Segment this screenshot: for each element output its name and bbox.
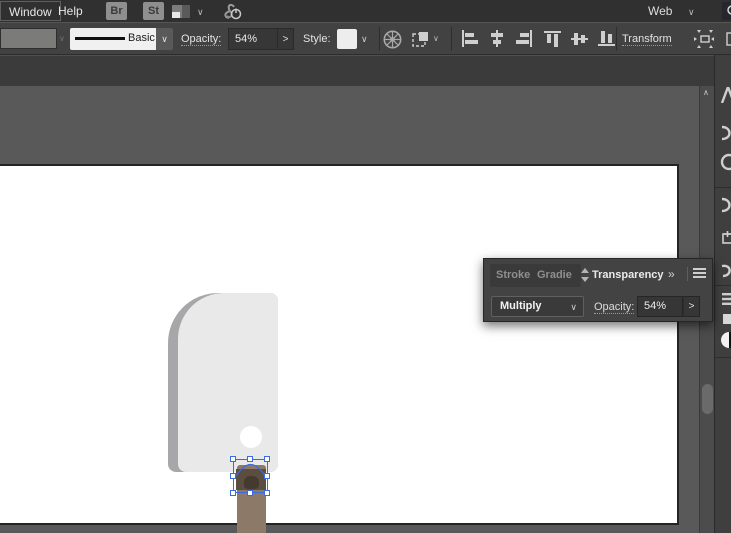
control-bar: ∨ Basic ∨ Opacity: 54% > Style: ∨ ∨ xyxy=(0,22,731,55)
dock-separator xyxy=(715,187,731,188)
align-right-icon[interactable] xyxy=(515,30,533,52)
collapse-panel-icon[interactable]: » xyxy=(668,267,674,281)
fill-color-swatch[interactable] xyxy=(0,28,57,49)
workspace-chevron-icon[interactable]: ∨ xyxy=(688,7,695,18)
arrange-documents-chevron-icon[interactable]: ∨ xyxy=(197,7,204,18)
dock-panel-icon[interactable] xyxy=(720,153,731,174)
tab-stroke[interactable]: Stroke xyxy=(496,269,530,281)
blend-mode-chevron-icon: ∨ xyxy=(570,302,577,313)
cleaver-blade-shape[interactable] xyxy=(178,293,278,472)
panel-dock xyxy=(714,55,731,533)
dock-panel-icon[interactable] xyxy=(720,313,731,328)
cleaver-blade-hole-shape[interactable] xyxy=(240,426,262,448)
dock-panel-icon[interactable] xyxy=(720,331,731,352)
separator xyxy=(687,267,688,281)
brush-dropdown-chevron-icon[interactable]: ∨ xyxy=(156,28,173,50)
blend-mode-value: Multiply xyxy=(500,300,542,312)
style-chevron-icon[interactable]: ∨ xyxy=(361,34,368,45)
search-icon[interactable] xyxy=(722,2,731,20)
opacity-input[interactable]: 54% xyxy=(228,28,278,50)
brush-definition-field[interactable]: Basic xyxy=(70,28,156,50)
opacity-link[interactable]: Opacity: xyxy=(181,33,221,46)
free-transform-icon[interactable] xyxy=(694,30,716,53)
selection-handle[interactable] xyxy=(230,473,236,479)
selection-handle[interactable] xyxy=(247,456,253,462)
dock-panel-icon[interactable] xyxy=(720,87,731,106)
separator xyxy=(379,27,380,51)
panel-menu-icon[interactable] xyxy=(693,266,706,278)
selection-handle[interactable] xyxy=(264,473,270,479)
clipped-toolbar-icon xyxy=(725,30,731,48)
dock-panel-icon[interactable] xyxy=(720,231,731,248)
align-bottom-icon[interactable] xyxy=(598,30,616,52)
selection-handle[interactable] xyxy=(230,456,236,462)
separator xyxy=(451,27,452,51)
arrange-documents-icon[interactable] xyxy=(172,4,194,24)
artboard[interactable] xyxy=(0,164,679,525)
dock-separator xyxy=(715,357,731,358)
panel-opacity-stepper-chevron-icon[interactable]: > xyxy=(683,296,700,317)
brush-name-label: Basic xyxy=(128,32,155,44)
align-left-icon[interactable] xyxy=(461,30,479,52)
dock-panel-icon[interactable] xyxy=(720,125,731,144)
transform-link[interactable]: Transform xyxy=(622,33,672,46)
panel-opacity-input[interactable]: 54% xyxy=(637,296,683,317)
selection-handle[interactable] xyxy=(230,490,236,496)
brush-stroke-preview xyxy=(75,37,125,40)
separator xyxy=(616,27,617,51)
align-horizontal-center-icon[interactable] xyxy=(488,30,506,52)
dock-panel-icon[interactable] xyxy=(720,263,731,282)
isolate-chevron-icon[interactable]: ∨ xyxy=(433,34,439,43)
recolor-artwork-icon[interactable] xyxy=(383,30,402,54)
transparency-panel: Stroke Gradie Transparency » Multiply ∨ … xyxy=(483,258,713,322)
opacity-stepper-chevron-icon[interactable]: > xyxy=(278,28,294,50)
dock-separator xyxy=(715,285,731,286)
selection-handle[interactable] xyxy=(264,490,270,496)
selection-handle[interactable] xyxy=(247,490,253,496)
fill-chevron-icon[interactable]: ∨ xyxy=(59,34,65,43)
tab-transparency[interactable]: Transparency xyxy=(592,269,664,281)
style-label: Style: xyxy=(303,33,331,45)
dock-panel-icon[interactable] xyxy=(720,197,731,216)
tab-gradient[interactable]: Gradie xyxy=(537,269,572,281)
selection-handle[interactable] xyxy=(264,456,270,462)
workspace-switcher[interactable]: Web xyxy=(648,1,672,21)
document-tab-strip xyxy=(0,55,731,86)
scrollbar-thumb[interactable] xyxy=(702,384,713,414)
menu-bar: Window Help Br St ∨ Web ∨ xyxy=(0,0,731,22)
blend-mode-dropdown[interactable]: Multiply ∨ xyxy=(491,296,584,317)
scroll-up-arrow-icon[interactable]: ∧ xyxy=(703,88,709,97)
isolate-selected-object-icon[interactable] xyxy=(412,31,430,53)
align-vertical-center-icon[interactable] xyxy=(571,30,589,52)
tab-cycle-icon[interactable] xyxy=(581,268,589,287)
bridge-app-button[interactable]: Br xyxy=(106,2,127,20)
dock-panel-icon[interactable] xyxy=(720,293,731,308)
panel-opacity-link[interactable]: Opacity: xyxy=(594,301,634,314)
menu-item-help[interactable]: Help xyxy=(50,1,91,21)
graphic-style-swatch[interactable] xyxy=(337,29,357,49)
align-top-icon[interactable] xyxy=(544,30,562,52)
stock-app-button[interactable]: St xyxy=(143,2,164,20)
